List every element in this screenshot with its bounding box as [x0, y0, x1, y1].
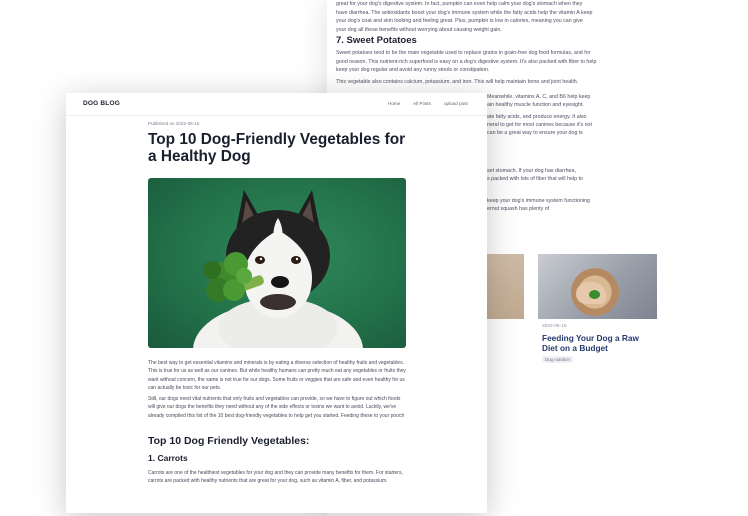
- related-post-date: 2022-06-15: [542, 324, 567, 329]
- pumpkin-paragraph-end: great for your dog's digestive system. I…: [336, 1, 593, 33]
- back-text-fragment: ernut squash has plenty of: [487, 206, 550, 212]
- back-text-fragment: can be a great way to ensure your dog is: [487, 130, 583, 136]
- article-title: Top 10 Dog-Friendly Vegetables for a Hea…: [148, 131, 406, 165]
- nav-all-posts-link[interactable]: All Posts: [413, 101, 431, 106]
- intro-paragraph: The best way to get essential vitamins a…: [148, 360, 406, 392]
- husky-with-broccoli-illustration: [193, 190, 363, 348]
- article-page: DOG BLOG Home All Posts upload post Publ…: [66, 93, 487, 513]
- vegetable-photo: [589, 290, 600, 299]
- related-post-title[interactable]: Feeding Your Dog a Raw Diet on a Budget: [542, 333, 654, 353]
- published-date-value: 2022-06-15: [175, 121, 200, 126]
- published-date: Published on 2022-06-15: [148, 121, 199, 126]
- hero-image: [148, 178, 406, 348]
- still-paragraph: Still, our dogs need vital nutrients tha…: [148, 396, 405, 419]
- sweet-potatoes-paragraph: Sweet potatoes tend to be the main veget…: [336, 50, 597, 74]
- list-heading: Top 10 Dog Friendly Vegetables:: [148, 435, 310, 447]
- back-text-fragment: s packed with lots of fiber that will he…: [487, 176, 583, 182]
- related-post-image: [538, 254, 657, 319]
- nav-upload-post-link[interactable]: upload post: [444, 101, 468, 106]
- carrots-paragraph: Carrots are one of the healthiest vegeta…: [148, 470, 403, 485]
- top-navbar: DOG BLOG Home All Posts upload post: [66, 93, 487, 116]
- back-text-fragment: ain healthy muscle function and eyesight…: [487, 102, 584, 108]
- carrots-heading: 1. Carrots: [148, 453, 188, 463]
- sweet-potatoes-paragraph-2: This vegetable also contains calcium, po…: [336, 79, 579, 85]
- published-label: Published on: [148, 121, 175, 126]
- site-logo[interactable]: DOG BLOG: [83, 100, 120, 107]
- nav-home-link[interactable]: Home: [388, 101, 400, 106]
- sweet-potatoes-heading: 7. Sweet Potatoes: [336, 35, 417, 46]
- related-post-tag[interactable]: Dog nutrition: [542, 356, 573, 363]
- related-post-card[interactable]: 2022-06-15 Feeding Your Dog a Raw Diet o…: [538, 254, 657, 364]
